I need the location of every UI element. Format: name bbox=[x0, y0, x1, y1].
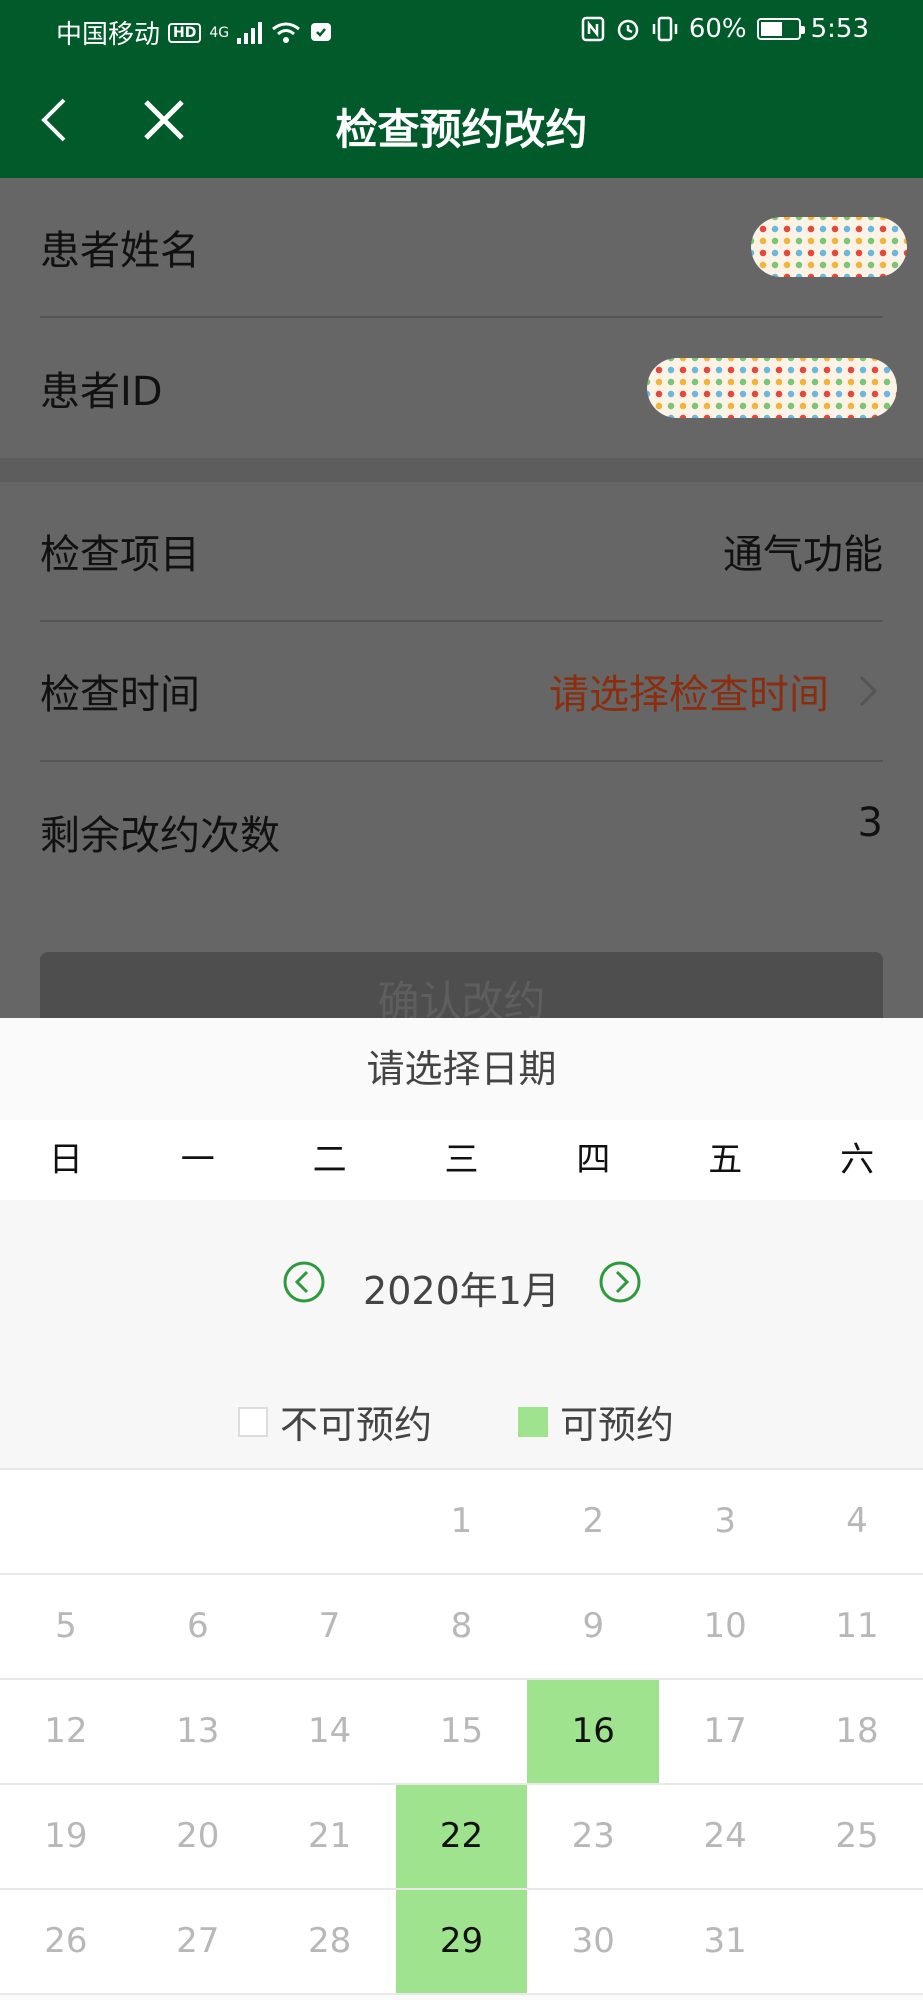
nfc-icon bbox=[581, 16, 605, 42]
calendar-day-empty bbox=[132, 1470, 264, 1573]
legend-unavailable: 不可预约 bbox=[238, 1394, 432, 1449]
available-swatch bbox=[518, 1406, 548, 1437]
calendar-week: 26 27 28 29 30 31 bbox=[0, 1890, 923, 1995]
current-month: 2020年1月 bbox=[363, 1269, 560, 1313]
calendar-day: 10 bbox=[703, 1606, 747, 1646]
remaining-changes-value: 3 bbox=[857, 799, 883, 846]
calendar-day: 5 bbox=[55, 1606, 77, 1646]
alarm-icon bbox=[617, 19, 639, 41]
patient-id-redacted bbox=[647, 358, 897, 418]
calendar-day: 9 bbox=[582, 1606, 605, 1646]
exam-time-row[interactable]: 检查时间 请选择检查时间 bbox=[40, 622, 883, 762]
carrier-name: 中国移动 bbox=[56, 20, 161, 50]
clock: 5:53 bbox=[810, 14, 869, 44]
calendar-day: 12 bbox=[44, 1711, 88, 1751]
remaining-changes-row: 剩余改约次数 3 bbox=[40, 762, 883, 902]
calendar-day: 14 bbox=[307, 1711, 352, 1751]
date-picker-sheet: 请选择日期 日 一 二 三 四 五 六 2020年1月 不可预约 可预约 1 2… bbox=[0, 1018, 923, 2000]
vibrate-icon bbox=[652, 16, 678, 42]
calendar-day: 4 bbox=[846, 1501, 868, 1541]
exam-section: 检查项目 通气功能 检查时间 请选择检查时间 剩余改约次数 3 bbox=[0, 482, 923, 902]
remaining-changes-label: 剩余改约次数 bbox=[40, 813, 280, 859]
weekday-header: 日 一 二 三 四 五 六 bbox=[0, 1120, 923, 1200]
network-type: 4G bbox=[209, 24, 230, 41]
exam-time-label: 检查时间 bbox=[40, 672, 200, 718]
calendar-day: 27 bbox=[176, 1921, 220, 1961]
patient-section: 患者姓名 患者ID bbox=[0, 178, 923, 458]
calendar-day: 21 bbox=[307, 1816, 352, 1856]
calendar-day-available[interactable]: 16 bbox=[527, 1680, 660, 1783]
calendar-grid: 1 2 3 4 5 6 7 8 9 10 11 12 13 14 15 16 1… bbox=[0, 1470, 923, 1995]
status-bar: 中国移动 HD 4G 60% 5:53 bbox=[0, 0, 923, 64]
calendar-day: 24 bbox=[703, 1816, 747, 1856]
calendar-day: 31 bbox=[703, 1921, 747, 1961]
notification-icon bbox=[311, 22, 332, 41]
weekday-label: 日 bbox=[48, 1140, 83, 1180]
calendar-day: 15 bbox=[439, 1711, 484, 1751]
exam-time-hint[interactable]: 请选择检查时间 bbox=[549, 662, 829, 720]
calendar-day: 17 bbox=[703, 1711, 747, 1751]
weekday-label: 二 bbox=[312, 1140, 347, 1180]
app-header: 检查预约改约 bbox=[0, 64, 923, 178]
legend-available-label: 可预约 bbox=[560, 1403, 675, 1447]
patient-name-row: 患者姓名 bbox=[40, 178, 907, 318]
calendar-day-empty bbox=[0, 1470, 132, 1573]
calendar-day: 6 bbox=[186, 1606, 209, 1646]
calendar-day: 13 bbox=[176, 1711, 220, 1751]
calendar-week: 12 13 14 15 16 17 18 bbox=[0, 1680, 923, 1785]
weekday-label: 四 bbox=[576, 1140, 611, 1180]
patient-id-label: 患者ID bbox=[40, 369, 163, 415]
page-title: 检查预约改约 bbox=[335, 105, 588, 154]
calendar-week: 1 2 3 4 bbox=[0, 1470, 923, 1575]
hd-badge: HD bbox=[168, 22, 202, 43]
battery-icon bbox=[756, 18, 805, 40]
weekday-label: 六 bbox=[840, 1140, 875, 1180]
calendar-day: 2 bbox=[582, 1501, 605, 1541]
calendar-day: 25 bbox=[835, 1816, 879, 1856]
signal-icon bbox=[237, 21, 263, 44]
calendar-day: 1 bbox=[450, 1501, 473, 1541]
calendar-week: 5 6 7 8 9 10 11 bbox=[0, 1575, 923, 1680]
patient-id-row: 患者ID bbox=[40, 318, 897, 458]
calendar-day: 19 bbox=[44, 1816, 88, 1856]
calendar-day-available[interactable]: 22 bbox=[395, 1785, 528, 1888]
legend-unavailable-label: 不可预约 bbox=[280, 1403, 433, 1447]
calendar-day: 11 bbox=[835, 1606, 879, 1646]
battery-fill bbox=[760, 22, 783, 36]
calendar-day-available[interactable]: 29 bbox=[395, 1890, 528, 1993]
weekday-label: 一 bbox=[180, 1140, 215, 1180]
chevron-right-icon[interactable] bbox=[853, 671, 883, 711]
patient-name-label: 患者姓名 bbox=[40, 228, 200, 274]
calendar-day: 8 bbox=[450, 1606, 473, 1646]
battery-percent: 60% bbox=[688, 14, 747, 44]
calendar-day-empty bbox=[791, 1890, 923, 1993]
legend-available: 可预约 bbox=[518, 1394, 674, 1449]
weekday-label: 五 bbox=[708, 1140, 743, 1180]
wifi-icon bbox=[272, 22, 301, 43]
exam-item-value: 通气功能 bbox=[723, 532, 883, 578]
month-navigator: 2020年1月 bbox=[0, 1200, 923, 1370]
calendar-day-empty bbox=[264, 1470, 396, 1573]
calendar-day: 30 bbox=[571, 1921, 615, 1961]
section-divider bbox=[0, 458, 923, 482]
calendar-day: 26 bbox=[44, 1921, 88, 1961]
exam-item-row: 检查项目 通气功能 bbox=[40, 482, 883, 622]
weekday-label: 三 bbox=[444, 1140, 479, 1180]
unavailable-swatch bbox=[238, 1406, 268, 1437]
calendar-day: 18 bbox=[835, 1711, 879, 1751]
calendar-day: 3 bbox=[714, 1501, 736, 1541]
date-picker-title: 请选择日期 bbox=[366, 1047, 557, 1091]
calendar-day: 20 bbox=[176, 1816, 220, 1856]
exam-item-label: 检查项目 bbox=[40, 532, 200, 578]
availability-legend: 不可预约 可预约 bbox=[0, 1370, 923, 1470]
next-month-icon[interactable] bbox=[598, 1260, 642, 1304]
calendar-week: 19 20 21 22 23 24 25 bbox=[0, 1785, 923, 1890]
patient-name-redacted bbox=[751, 217, 907, 277]
calendar-day: 23 bbox=[571, 1816, 615, 1856]
calendar-day: 7 bbox=[318, 1606, 341, 1646]
calendar-day: 28 bbox=[307, 1921, 352, 1961]
